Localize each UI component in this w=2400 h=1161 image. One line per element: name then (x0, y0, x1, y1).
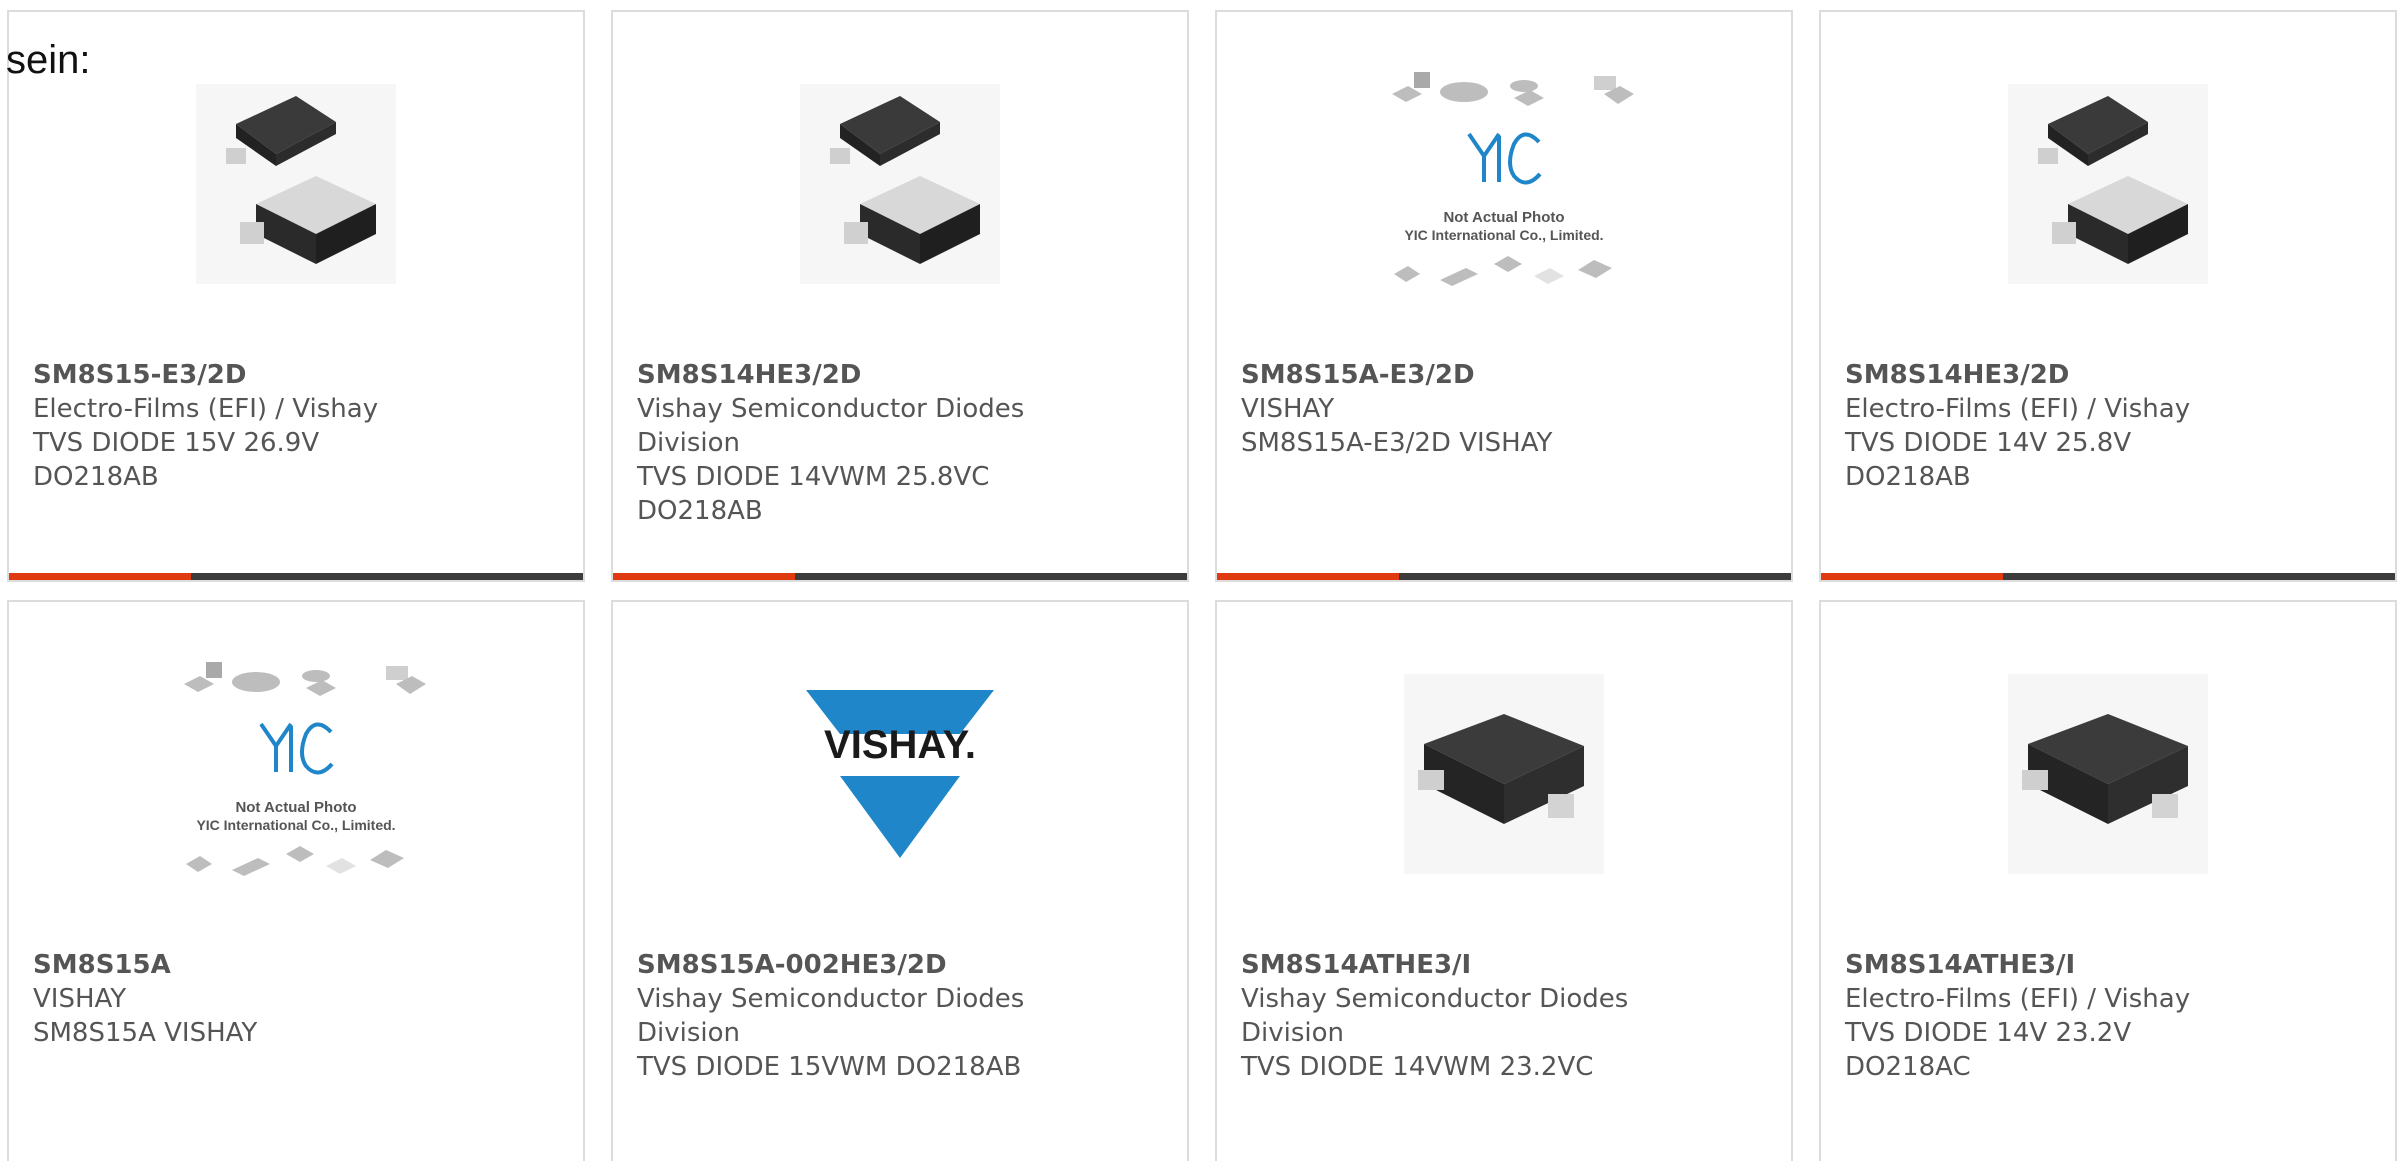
manufacturer: Electro-Films (EFI) / Vishay (1845, 394, 2191, 424)
product-card[interactable]: SM8S14HE3/2D Vishay Semiconductor Diodes… (611, 10, 1189, 582)
product-card[interactable]: SM8S14HE3/2D Electro-Films (EFI) / Visha… (1819, 10, 2397, 582)
card-bottom-bar (1821, 573, 2395, 580)
part-number[interactable]: SM8S14ATHE3/I (1241, 948, 1767, 982)
card-bottom-bar (9, 573, 583, 580)
package-photo-icon (1404, 674, 1604, 874)
card-info: SM8S14ATHE3/I Vishay Semiconductor Diode… (1241, 948, 1767, 1084)
card-info: SM8S14HE3/2D Electro-Films (EFI) / Visha… (1845, 358, 2371, 494)
description: TVS DIODE 15V 26.9V DO218AB (33, 428, 320, 492)
product-card[interactable]: Not Actual Photo YIC International Co., … (7, 600, 585, 1161)
manufacturer: Vishay Semiconductor Diodes Division (637, 984, 1025, 1048)
package-photo-icon (2008, 674, 2208, 874)
description: TVS DIODE 14V 25.8V DO218AB (1845, 428, 2132, 492)
part-number[interactable]: SM8S15A-002HE3/2D (637, 948, 1163, 982)
card-bottom-bar (613, 573, 1187, 580)
product-card[interactable]: SM8S15-E3/2D Electro-Films (EFI) / Visha… (7, 10, 585, 582)
part-number[interactable]: SM8S14HE3/2D (637, 358, 1163, 392)
part-number[interactable]: SM8S15A (33, 948, 559, 982)
card-info: SM8S15-E3/2D Electro-Films (EFI) / Visha… (33, 358, 559, 494)
yic-placeholder-icon: Not Actual Photo YIC International Co., … (1374, 64, 1634, 304)
manufacturer: Vishay Semiconductor Diodes Division (1241, 984, 1629, 1048)
part-number[interactable]: SM8S14ATHE3/I (1845, 948, 2371, 982)
vishay-logo-text: VISHAY. (824, 723, 976, 767)
card-bottom-bar (1217, 573, 1791, 580)
product-grid-page: sein: SM8S15-E3/2D Electro-Films (EFI) /… (0, 0, 2400, 1161)
description: TVS DIODE 14VWM 25.8VC DO218AB (637, 462, 990, 526)
manufacturer: VISHAY (33, 984, 127, 1014)
product-card[interactable]: VISHAY. SM8S15A-002HE3/2D Vishay Semicon… (611, 600, 1189, 1161)
product-card[interactable]: SM8S14ATHE3/I Vishay Semiconductor Diode… (1215, 600, 1793, 1161)
card-accent-bar (613, 573, 795, 580)
placeholder-line2: YIC International Co., Limited. (1404, 227, 1603, 243)
product-card[interactable]: SM8S14ATHE3/I Electro-Films (EFI) / Vish… (1819, 600, 2397, 1161)
package-photo-icon (800, 84, 1000, 284)
card-accent-bar (1217, 573, 1399, 580)
manufacturer: VISHAY (1241, 394, 1335, 424)
package-photo-icon (196, 84, 396, 284)
card-info: SM8S15A-E3/2D VISHAY SM8S15A-E3/2D VISHA… (1241, 358, 1767, 460)
manufacturer: Electro-Films (EFI) / Vishay (1845, 984, 2191, 1014)
part-number[interactable]: SM8S14HE3/2D (1845, 358, 2371, 392)
description: TVS DIODE 14V 23.2V DO218AC (1845, 1018, 2132, 1082)
description: TVS DIODE 15VWM DO218AB (637, 1052, 1022, 1082)
part-number[interactable]: SM8S15A-E3/2D (1241, 358, 1767, 392)
description: SM8S15A VISHAY (33, 1018, 258, 1048)
card-info: SM8S15A VISHAY SM8S15A VISHAY (33, 948, 559, 1050)
lead-text: sein: (6, 38, 91, 82)
product-card[interactable]: Not Actual Photo YIC International Co., … (1215, 10, 1793, 582)
card-info: SM8S15A-002HE3/2D Vishay Semiconductor D… (637, 948, 1163, 1084)
part-number[interactable]: SM8S15-E3/2D (33, 358, 559, 392)
description: TVS DIODE 14VWM 23.2VC (1241, 1052, 1594, 1082)
vishay-logo-icon: VISHAY. (800, 674, 1000, 874)
manufacturer: Electro-Films (EFI) / Vishay (33, 394, 379, 424)
placeholder-line1: Not Actual Photo (1443, 209, 1564, 226)
yic-placeholder-icon: Not Actual Photo YIC International Co., … (166, 654, 426, 894)
card-accent-bar (9, 573, 191, 580)
placeholder-line1: Not Actual Photo (235, 799, 356, 816)
description: SM8S15A-E3/2D VISHAY (1241, 428, 1553, 458)
placeholder-line2: YIC International Co., Limited. (196, 817, 395, 833)
package-photo-icon (2008, 84, 2208, 284)
card-info: SM8S14HE3/2D Vishay Semiconductor Diodes… (637, 358, 1163, 528)
card-accent-bar (1821, 573, 2003, 580)
manufacturer: Vishay Semiconductor Diodes Division (637, 394, 1025, 458)
card-info: SM8S14ATHE3/I Electro-Films (EFI) / Vish… (1845, 948, 2371, 1084)
